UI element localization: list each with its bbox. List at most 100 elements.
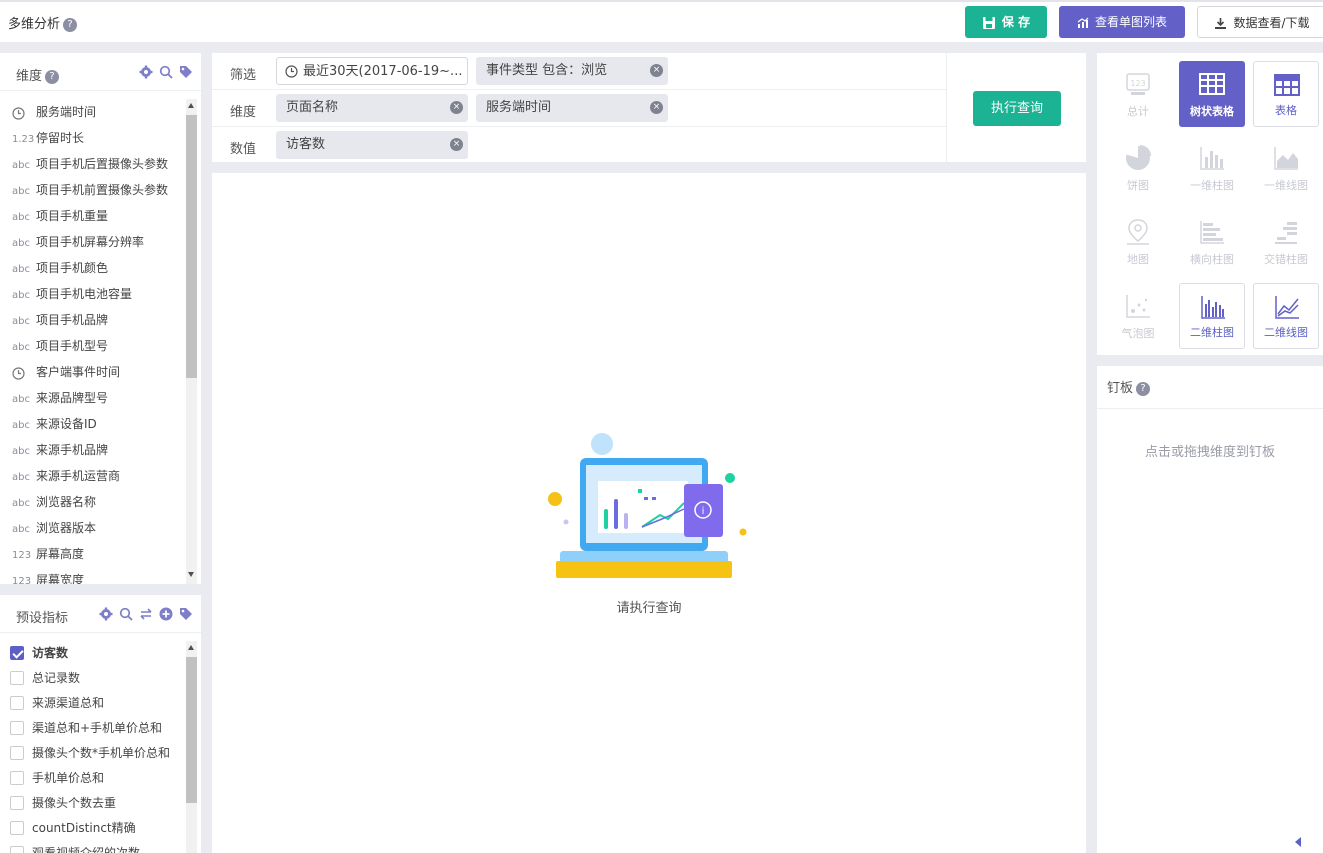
chart-type-tree-table[interactable]: 树状表格 bbox=[1179, 61, 1245, 127]
search-icon[interactable] bbox=[159, 65, 173, 79]
dimension-label: 项目手机品牌 bbox=[36, 313, 109, 327]
tag-icon[interactable] bbox=[179, 65, 193, 79]
help-icon[interactable]: ? bbox=[45, 69, 60, 84]
divider bbox=[946, 53, 947, 162]
dimension-item[interactable]: 1.23 停留时长 bbox=[0, 125, 186, 151]
dimension-item[interactable]: 客户端事件时间 bbox=[0, 359, 186, 385]
swap-icon[interactable] bbox=[139, 607, 153, 621]
dimension-label: 停留时长 bbox=[36, 131, 85, 145]
checkbox[interactable] bbox=[10, 670, 24, 685]
dimension-item[interactable]: 服务端时间 bbox=[0, 99, 186, 125]
gear-icon[interactable] bbox=[99, 607, 113, 621]
scroll-up-arrow[interactable] bbox=[188, 645, 194, 650]
dimension-item[interactable]: 123 屏幕宽度 bbox=[0, 567, 186, 584]
remove-icon[interactable]: × bbox=[650, 101, 663, 114]
chart-type-line-chart-2d[interactable]: 二维线图 bbox=[1253, 283, 1319, 349]
save-button[interactable]: 保 存 bbox=[965, 6, 1047, 38]
dimension-item[interactable]: abc 来源手机运营商 bbox=[0, 463, 186, 489]
chart-type-bar-chart-2d[interactable]: 二维柱图 bbox=[1179, 283, 1245, 349]
checkbox[interactable] bbox=[10, 720, 24, 735]
chart-type-label: 横向柱图 bbox=[1190, 253, 1234, 266]
checkbox[interactable] bbox=[10, 745, 24, 760]
help-icon[interactable]: ? bbox=[1136, 381, 1151, 396]
dimension-item[interactable]: abc 项目手机颜色 bbox=[0, 255, 186, 281]
metric-item[interactable]: countDistinct精确 bbox=[0, 816, 186, 841]
execute-query-button[interactable]: 执行查询 bbox=[973, 91, 1061, 126]
dimension-item[interactable]: abc 项目手机后置摄像头参数 bbox=[0, 151, 186, 177]
scroll-thumb[interactable] bbox=[186, 115, 197, 378]
help-icon[interactable]: ? bbox=[63, 17, 78, 32]
view-chart-list-button[interactable]: 查看单图列表 bbox=[1059, 6, 1185, 38]
dimensions-header: 维度? bbox=[0, 53, 201, 91]
download-icon bbox=[1215, 18, 1227, 29]
event-filter-chip[interactable]: 事件类型 包含：浏览 × bbox=[476, 57, 668, 85]
metric-label: 总记录数 bbox=[32, 671, 81, 685]
dimension-item[interactable]: abc 项目手机屏幕分辨率 bbox=[0, 229, 186, 255]
metric-label: 手机单价总和 bbox=[32, 771, 105, 785]
scroll-up-arrow[interactable] bbox=[188, 103, 194, 108]
type-tag: abc bbox=[12, 524, 30, 535]
search-icon[interactable] bbox=[119, 607, 133, 621]
dimension-item[interactable]: abc 项目手机前置摄像头参数 bbox=[0, 177, 186, 203]
date-filter-chip[interactable]: 最近30天(2017-06-19~... bbox=[276, 57, 468, 85]
chart-type-table[interactable]: 表格 bbox=[1253, 61, 1319, 127]
metric-item[interactable]: 手机单价总和 bbox=[0, 766, 186, 791]
dimension-item[interactable]: abc 项目手机型号 bbox=[0, 333, 186, 359]
dimension-label: 服务端时间 bbox=[36, 105, 97, 119]
dimension-item[interactable]: 123 屏幕高度 bbox=[0, 541, 186, 567]
dimension-item[interactable]: abc 项目手机电池容量 bbox=[0, 281, 186, 307]
add-circle-icon[interactable] bbox=[159, 607, 173, 621]
metric-item[interactable]: 来源渠道总和 bbox=[0, 691, 186, 716]
metrics-panel: 预设指标 访客数 总记录数 来源渠道总和 渠道总和+手机单价总和 摄像头个数*手机单价总… bbox=[0, 595, 201, 853]
metric-item[interactable]: 渠道总和+手机单价总和 bbox=[0, 716, 186, 741]
checkbox[interactable] bbox=[10, 695, 24, 710]
metric-scrollbar[interactable] bbox=[186, 641, 197, 853]
dimension-item[interactable]: abc 浏览器名称 bbox=[0, 489, 186, 515]
metric-label: countDistinct精确 bbox=[32, 821, 136, 835]
metric-item[interactable]: 观看视频介绍的次数 bbox=[0, 841, 186, 853]
dimension-item[interactable]: abc 来源设备ID bbox=[0, 411, 186, 437]
chart-type-label: 一维柱图 bbox=[1190, 179, 1234, 192]
gear-icon[interactable] bbox=[139, 65, 153, 79]
data-download-button[interactable]: 数据查看/下载 bbox=[1197, 6, 1323, 38]
pie-chart-icon bbox=[1125, 145, 1151, 170]
collapse-arrow-icon[interactable] bbox=[1295, 837, 1301, 847]
checkbox[interactable] bbox=[10, 770, 24, 785]
checkbox[interactable] bbox=[10, 645, 24, 660]
floppy-disk-icon bbox=[982, 16, 995, 29]
dimension-item[interactable]: abc 来源品牌型号 bbox=[0, 385, 186, 411]
chart-type-map-pin: 地图 bbox=[1105, 209, 1171, 275]
dimensions-title: 维度 bbox=[16, 69, 43, 84]
tag-icon[interactable] bbox=[179, 607, 193, 621]
dimensions-panel: 维度? 服务端时间 1.23 停留时长 abc 项目手机后置摄像头参数 abc 项目手机前置… bbox=[0, 53, 201, 584]
metric-item[interactable]: 访客数 bbox=[0, 641, 186, 666]
dimension-scrollbar[interactable] bbox=[186, 99, 197, 584]
dimension-item[interactable]: abc 项目手机品牌 bbox=[0, 307, 186, 333]
scroll-down-arrow[interactable] bbox=[188, 572, 194, 577]
dimension-chip[interactable]: 服务端时间 × bbox=[476, 94, 668, 122]
dimension-item[interactable]: abc 浏览器版本 bbox=[0, 515, 186, 541]
map-pin-icon bbox=[1127, 219, 1149, 245]
remove-icon[interactable]: × bbox=[650, 64, 663, 77]
checkbox[interactable] bbox=[10, 845, 24, 853]
remove-icon[interactable]: × bbox=[450, 138, 463, 151]
dimension-label: 来源手机品牌 bbox=[36, 443, 109, 457]
dimension-label: 来源手机运营商 bbox=[36, 469, 121, 483]
dimension-item[interactable]: abc 项目手机重量 bbox=[0, 203, 186, 229]
chart-type-horizontal-bar: 横向柱图 bbox=[1179, 209, 1245, 275]
checkbox[interactable] bbox=[10, 820, 24, 835]
type-tag: abc bbox=[12, 212, 30, 223]
dimension-item[interactable]: abc 来源手机品牌 bbox=[0, 437, 186, 463]
dimension-list: 服务端时间 1.23 停留时长 abc 项目手机后置摄像头参数 abc 项目手机前置摄像头参… bbox=[0, 99, 186, 584]
value-chip[interactable]: 访客数 × bbox=[276, 131, 468, 159]
remove-icon[interactable]: × bbox=[450, 101, 463, 114]
total-icon: 123 bbox=[1126, 73, 1150, 95]
metric-item[interactable]: 摄像头个数去重 bbox=[0, 791, 186, 816]
chart-type-label: 总计 bbox=[1127, 105, 1149, 118]
dimension-chip[interactable]: 页面名称 × bbox=[276, 94, 468, 122]
metric-item[interactable]: 摄像头个数*手机单价总和 bbox=[0, 741, 186, 766]
scroll-thumb[interactable] bbox=[186, 657, 197, 803]
chart-type-bar-chart: 一维柱图 bbox=[1179, 135, 1245, 201]
metric-item[interactable]: 总记录数 bbox=[0, 666, 186, 691]
checkbox[interactable] bbox=[10, 795, 24, 810]
